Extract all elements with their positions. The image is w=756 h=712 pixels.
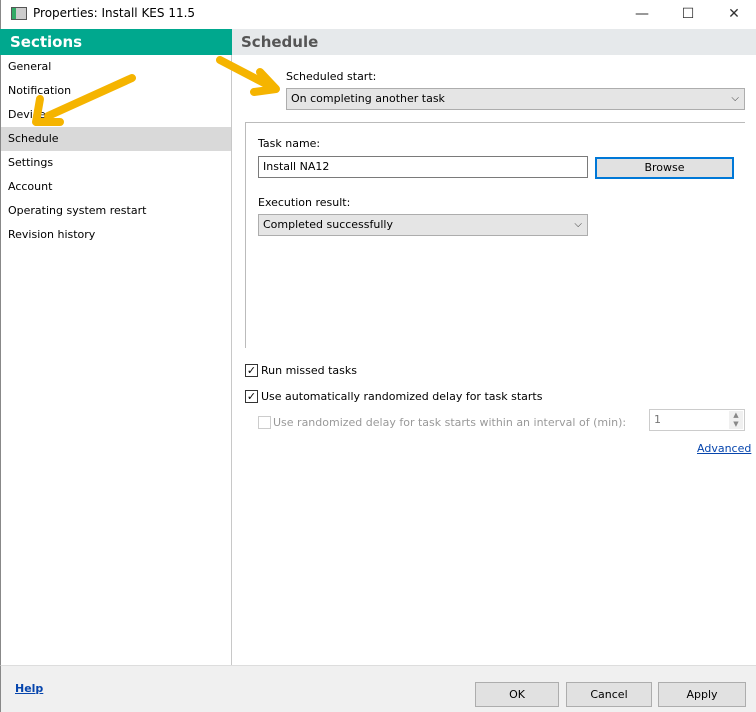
arrow-to-schedule-icon [44,74,136,120]
annotation-arrows [32,56,280,126]
